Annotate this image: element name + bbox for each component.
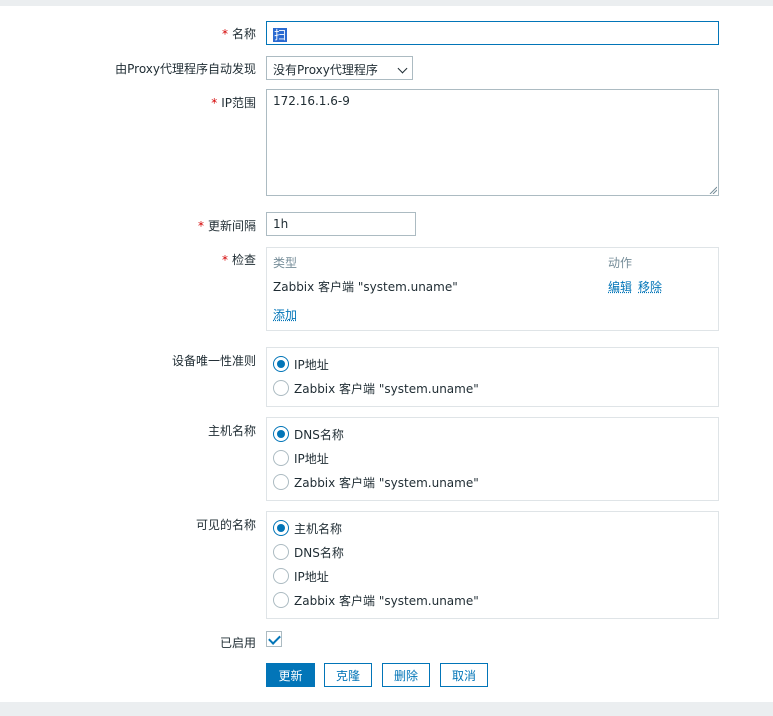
update-interval-input[interactable]: 1h <box>266 212 416 236</box>
visible-name-option-ip[interactable]: IP地址 <box>273 567 329 585</box>
uniqueness-option-ip[interactable]: IP地址 <box>273 355 329 373</box>
visible-name-option-agent[interactable]: Zabbix 客户端 "system.uname" <box>273 591 479 609</box>
radio-unchecked-icon <box>273 474 289 490</box>
radio-unchecked-icon <box>273 544 289 560</box>
add-check-link[interactable]: 添加 <box>273 306 297 323</box>
proxy-select[interactable]: 没有Proxy代理程序 <box>266 56 413 80</box>
host-name-option-dns[interactable]: DNS名称 <box>273 425 344 443</box>
visible-name-option-host[interactable]: 主机名称 <box>273 519 342 537</box>
host-name-radio-group: DNS名称 IP地址 Zabbix 客户端 "system.uname" <box>266 417 719 501</box>
radio-checked-icon <box>273 520 289 536</box>
delete-button[interactable]: 删除 <box>382 663 430 687</box>
ip-range-textarea[interactable]: 172.16.1.6-9 <box>266 89 719 196</box>
update-interval-label: * 更新间隔 <box>197 219 256 233</box>
enabled-checkbox[interactable] <box>266 631 282 647</box>
discovery-rule-form: * 名称 扫 由Proxy代理程序自动发现 没有Proxy代理程序 * IP范围 1… <box>0 6 773 702</box>
enabled-label: 已启用 <box>219 636 256 650</box>
remove-check-link[interactable]: 移除 <box>638 278 662 295</box>
host-name-option-ip[interactable]: IP地址 <box>273 449 329 467</box>
radio-unchecked-icon <box>273 568 289 584</box>
update-button[interactable]: 更新 <box>266 663 315 687</box>
edit-check-link[interactable]: 编辑 <box>608 278 632 295</box>
uniqueness-label: 设备唯一性准则 <box>171 354 256 368</box>
visible-name-label: 可见的名称 <box>195 518 256 532</box>
host-name-option-agent[interactable]: Zabbix 客户端 "system.uname" <box>273 473 479 491</box>
required-marker: * <box>197 219 204 233</box>
required-marker: * <box>211 96 218 110</box>
radio-checked-icon <box>273 426 289 442</box>
name-label: * 名称 <box>221 27 256 41</box>
clone-button[interactable]: 克隆 <box>324 663 372 687</box>
visible-name-radio-group: 主机名称 DNS名称 IP地址 Zabbix 客户端 "system.uname… <box>266 511 719 619</box>
chevron-down-icon <box>397 63 408 74</box>
host-name-label: 主机名称 <box>207 424 256 438</box>
ip-range-label: * IP范围 <box>211 96 256 110</box>
radio-unchecked-icon <box>273 450 289 466</box>
required-marker: * <box>221 27 228 41</box>
cancel-button[interactable]: 取消 <box>440 663 488 687</box>
resize-handle-icon[interactable] <box>709 186 717 194</box>
uniqueness-radio-group: IP地址 Zabbix 客户端 "system.uname" <box>266 347 719 407</box>
radio-unchecked-icon <box>273 380 289 396</box>
visible-name-option-dns[interactable]: DNS名称 <box>273 543 344 561</box>
required-marker: * <box>221 253 228 267</box>
checks-label: * 检查 <box>221 253 256 267</box>
uniqueness-option-agent[interactable]: Zabbix 客户端 "system.uname" <box>273 379 479 397</box>
check-type-cell: Zabbix 客户端 "system.uname" <box>273 280 458 294</box>
column-header-type: 类型 <box>273 256 298 270</box>
column-header-action: 动作 <box>608 256 633 270</box>
name-input[interactable]: 扫 <box>266 21 719 45</box>
checks-table: 类型 动作 Zabbix 客户端 "system.uname" 编辑 移除 添加 <box>266 247 719 331</box>
proxy-label: 由Proxy代理程序自动发现 <box>115 62 256 76</box>
radio-checked-icon <box>273 356 289 372</box>
radio-unchecked-icon <box>273 592 289 608</box>
